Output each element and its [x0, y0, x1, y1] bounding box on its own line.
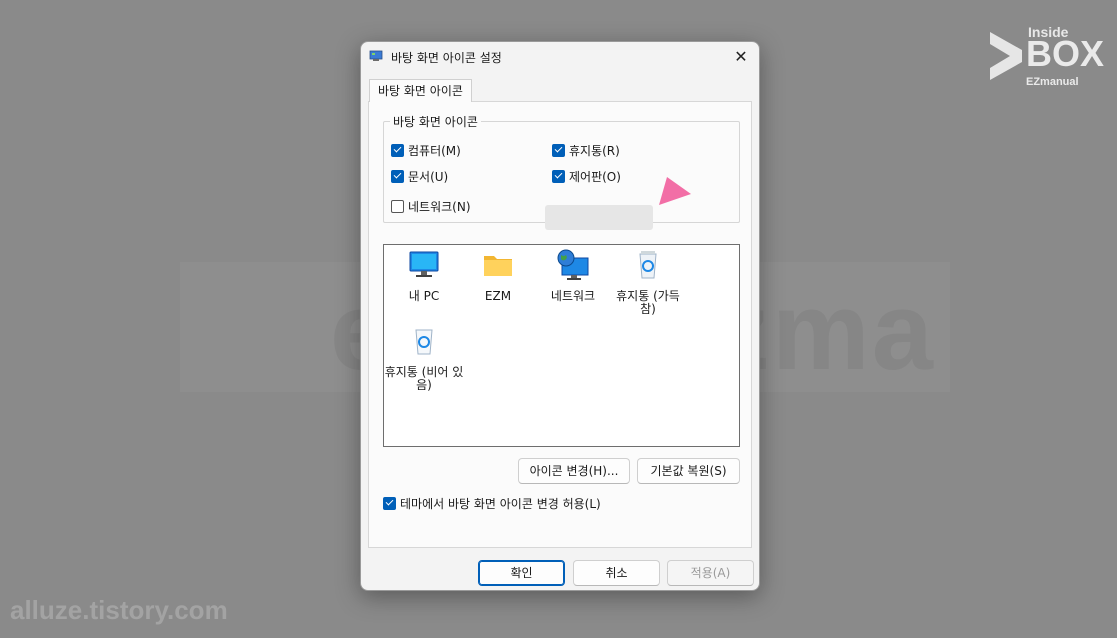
checkbox-allow-theme[interactable]: 테마에서 바탕 화면 아이콘 변경 허용(L): [383, 494, 601, 512]
network-globe-icon: [557, 249, 589, 280]
checkbox-documents[interactable]: 문서(U): [391, 167, 448, 185]
groupbox-label: 바탕 화면 아이콘: [390, 113, 481, 130]
recycle-bin-empty-icon: [415, 329, 433, 355]
folder-icon: [484, 256, 512, 276]
checkbox-checked-icon: [391, 143, 404, 157]
site-watermark: alluze.tistory.com: [10, 595, 228, 625]
ok-button[interactable]: 확인: [478, 560, 565, 586]
desktop-icon-settings-dialog: 바탕 화면 아이콘 설정 ✕ 바탕 화면 아이콘 바탕 화면 아이콘 컴퓨터(M…: [360, 41, 760, 591]
tab-desktop-icons[interactable]: 바탕 화면 아이콘: [369, 79, 472, 102]
apply-button[interactable]: 적용(A): [667, 560, 754, 586]
checkbox-label: 테마에서 바탕 화면 아이콘 변경 허용(L): [400, 496, 601, 511]
desktop-settings-icon: [369, 50, 383, 61]
icon-list[interactable]: 내 PC EZM 네트워크 휴지통 (가득 참) 휴지통 (비어 있음): [383, 244, 740, 447]
checkbox-unchecked-icon: [391, 199, 404, 213]
icon-item-recycle-bin-full[interactable]: 휴지통 (가득 참): [608, 249, 688, 316]
focus-highlight: [545, 205, 653, 230]
insidebox-logo: Inside BOX EZmanual: [988, 24, 1105, 92]
checkbox-checked-icon: [552, 143, 565, 157]
icon-item-network[interactable]: 네트워크: [533, 249, 613, 303]
logo-line2: BOX: [1026, 33, 1105, 74]
close-icon: ✕: [734, 47, 748, 66]
icon-label: 내 PC: [408, 289, 440, 303]
icon-item-recycle-bin-empty[interactable]: 휴지통 (비어 있음): [384, 325, 464, 392]
icon-label: 휴지통 (비어 있음): [384, 365, 464, 392]
recycle-bin-full-icon: [639, 251, 657, 279]
titlebar[interactable]: 바탕 화면 아이콘 설정 ✕: [361, 42, 759, 72]
logo-line3: EZmanual: [1026, 76, 1079, 88]
tab-panel: 바탕 화면 아이콘 컴퓨터(M) 휴지통(R) 문서(U) 제어판(O) 네트워…: [368, 101, 752, 548]
checkbox-label: 문서(U): [408, 169, 449, 184]
checkbox-label: 컴퓨터(M): [408, 143, 461, 158]
checkbox-label: 휴지통(R): [569, 143, 620, 158]
checkbox-recycle-bin[interactable]: 휴지통(R): [552, 141, 620, 159]
checkbox-network[interactable]: 네트워크(N): [391, 197, 471, 215]
close-button[interactable]: ✕: [729, 45, 753, 69]
restore-default-button[interactable]: 기본값 복원(S): [637, 458, 740, 484]
icon-label: EZM: [484, 289, 512, 303]
icon-label: 네트워크: [550, 289, 596, 303]
icon-label: 휴지통 (가득 참): [616, 289, 680, 316]
checkbox-label: 네트워크(N): [408, 199, 471, 214]
monitor-icon: [409, 251, 439, 277]
checkbox-checked-icon: [391, 169, 404, 183]
icon-item-this-pc[interactable]: 내 PC: [384, 249, 464, 303]
pointer-arrow-icon: [659, 177, 691, 205]
checkbox-label: 제어판(O): [569, 169, 621, 184]
checkbox-control-panel[interactable]: 제어판(O): [552, 167, 621, 185]
checkbox-checked-icon: [552, 169, 565, 183]
dialog-title: 바탕 화면 아이콘 설정: [391, 51, 502, 65]
change-icon-button[interactable]: 아이콘 변경(H)...: [518, 458, 630, 484]
checkbox-checked-icon: [383, 496, 396, 510]
icon-item-ezm[interactable]: EZM: [458, 249, 538, 303]
logo-arrow-icon: [990, 32, 1022, 80]
cancel-button[interactable]: 취소: [573, 560, 660, 586]
checkbox-computer[interactable]: 컴퓨터(M): [391, 141, 461, 159]
